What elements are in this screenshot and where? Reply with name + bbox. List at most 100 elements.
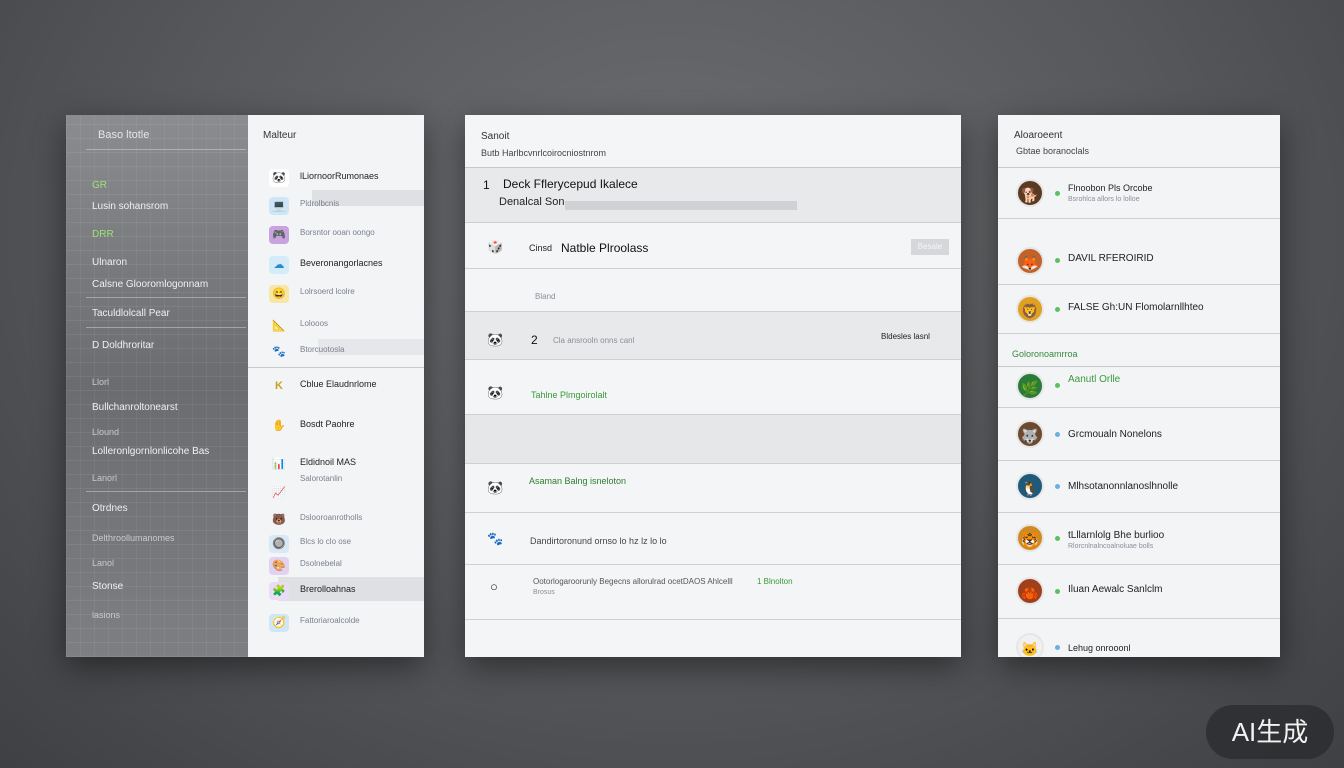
- dark-sidebar-item[interactable]: Lusin sohansrom: [92, 201, 168, 212]
- dark-sidebar-item[interactable]: Delthroollumanomes: [92, 533, 175, 543]
- task-row[interactable]: 🐼 Asaman Balng isneloton: [465, 464, 961, 513]
- dark-sidebar-item[interactable]: Llound: [92, 427, 119, 437]
- list-item[interactable]: 📈 Salorotanlin: [266, 470, 416, 499]
- status-dot: [1055, 307, 1060, 312]
- dark-sidebar-title: Baso ltotle: [98, 129, 150, 141]
- contact-name: Lehug onrooonl: [1068, 643, 1131, 653]
- status-dot: [1055, 432, 1060, 437]
- trend-icon: 📈: [272, 487, 286, 499]
- task-row[interactable]: 🐼 Tahlne Plmgoirolalt: [465, 369, 961, 415]
- list-item[interactable]: 🐻 Dslooroanrotholls: [266, 509, 416, 531]
- task-title: Natble Plroolass: [561, 241, 649, 255]
- k-logo-icon: K: [275, 380, 283, 392]
- contact-row[interactable]: 🐯 tLllarnlolg Bhe burlioo Rlorcnlnalncoa…: [998, 513, 1280, 565]
- list-item[interactable]: 😄 Lolrsoerd lcolre: [266, 283, 416, 305]
- contact-row[interactable]: 🐺 Grcmoualn Nonelons: [998, 408, 1280, 461]
- dice-icon: 🎲: [487, 239, 504, 254]
- list-item-label: Dsolnebelal: [300, 559, 342, 568]
- status-dot: [1055, 645, 1060, 650]
- contact-row[interactable]: 🌿 Aanutl Orlle: [998, 367, 1280, 408]
- list-item-label: Lolrsoerd lcolre: [300, 287, 355, 296]
- task-row[interactable]: 🎲 Cinsd Natble Plroolass Besale: [465, 223, 961, 269]
- dark-sidebar-item[interactable]: Llorl: [92, 377, 109, 387]
- avatar: 🦀: [1016, 577, 1044, 605]
- dark-sidebar-item[interactable]: Lanorl: [92, 473, 117, 483]
- panel-title: Sanoit: [481, 131, 510, 142]
- smile-icon: 😄: [269, 285, 289, 303]
- ruler-icon: 📐: [272, 320, 286, 332]
- task-text: Dandirtoronund ornso lo hz lz lo lo: [530, 536, 667, 546]
- list-item-label: Salorotanlin: [300, 474, 343, 483]
- contact-name: Grcmoualn Nonelons: [1068, 429, 1162, 440]
- status-dot: [1055, 191, 1060, 196]
- contact-name: Flnoobon Pls Orcobe: [1068, 183, 1153, 193]
- contact-row[interactable]: 🦁 FALSE Gh:UN Flomolarnllhteo: [998, 285, 1280, 334]
- dark-sidebar-item[interactable]: D Doldhroritar: [92, 340, 154, 351]
- task-row[interactable]: [465, 415, 961, 464]
- list-item[interactable]: K Cblue Elaudnrlome: [266, 375, 416, 397]
- list-item[interactable]: ☁ Beveronangorlacnes: [266, 254, 416, 276]
- ai-generated-badge: AI生成: [1206, 705, 1334, 759]
- dark-sidebar-item[interactable]: Ulnaron: [92, 257, 127, 268]
- dark-sidebar-item[interactable]: Bullchanroltonearst: [92, 402, 178, 413]
- dark-sidebar-item[interactable]: Stonse: [92, 581, 123, 592]
- circle-icon: ○: [490, 579, 498, 594]
- action-button[interactable]: Besale: [911, 239, 949, 255]
- task-text: Cla ansrooln onns canl: [553, 336, 635, 345]
- contact-row[interactable]: 🦀 Iluan Aewalc Sanlclm: [998, 565, 1280, 619]
- panda-icon: 🐼: [487, 385, 504, 400]
- task-note: Bland: [535, 292, 556, 301]
- dark-sidebar-item[interactable]: DRR: [92, 229, 114, 240]
- contact-row[interactable]: 🐱 Lehug onrooonl: [998, 619, 1280, 657]
- panda-icon: 🐼: [269, 169, 289, 187]
- avatar: 🌿: [1016, 372, 1044, 400]
- panel-subtitle: Butb Harlbcvnrlcoirocniostnrom: [481, 148, 607, 158]
- task-text: Ootorlogaroorunly Begecns allorulrad oce…: [533, 577, 733, 586]
- list-item[interactable]: 🧭 Fattoriaroalcolde: [266, 612, 416, 634]
- dark-sidebar-item[interactable]: Lanol: [92, 558, 114, 568]
- compass-icon: 🧭: [269, 614, 289, 632]
- contact-row[interactable]: 🦊 DAVIL RFEROIRID: [998, 239, 1280, 285]
- contact-name: tLllarnlolg Bhe burlioo: [1068, 530, 1165, 541]
- list-item[interactable]: 🔘 Blcs lo clo ose: [266, 533, 416, 555]
- task-row[interactable]: 🐼 2 Cla ansrooln onns canl Bldesles lasn…: [465, 312, 961, 360]
- contact-sub: Rlorcnlnalncoalnoluae bolls: [1068, 543, 1154, 550]
- task-number: 2: [531, 333, 538, 347]
- dark-sidebar-item[interactable]: Taculdlolcall Pear: [92, 308, 170, 319]
- dark-sidebar-item[interactable]: Lolleronlgornlonlicohe Bas: [92, 446, 209, 457]
- task-number: 1: [483, 178, 490, 192]
- task-title: Deck Fflerycepud Ikalece: [503, 177, 638, 191]
- list-item[interactable]: 🎨 Dsolnebelal: [266, 555, 416, 577]
- paw-icon: 🐾: [487, 531, 504, 546]
- avatar: 🐧: [1016, 472, 1044, 500]
- list-item-label: Btorcuotosla: [300, 345, 345, 354]
- list-item-label: Lolooos: [300, 319, 329, 328]
- list-item[interactable]: 🐾 Btorcuotosla: [266, 341, 416, 363]
- list-item[interactable]: 🐼 lLiornoorRumonaes: [266, 167, 416, 189]
- contact-row[interactable]: 🐕 Flnoobon Pls Orcobe Bsrohlca allors lo…: [998, 168, 1280, 219]
- list-item-label: lLiornoorRumonaes: [300, 171, 379, 181]
- toggle-icon: 🔘: [269, 535, 289, 553]
- dark-sidebar-item[interactable]: Otrdnes: [92, 503, 128, 514]
- status-dot: [1055, 383, 1060, 388]
- app-list: Malteur 🐼 lLiornoorRumonaes 💻 Pldrolbcnis …: [248, 115, 424, 657]
- panda-icon: 🐼: [487, 332, 504, 347]
- dark-sidebar-item[interactable]: GR: [92, 180, 107, 191]
- list-item[interactable]: ✋ Bosdt Paohre: [266, 415, 416, 437]
- list-item[interactable]: 🎮 Borsntor ooan oongo: [266, 224, 416, 246]
- list-item[interactable]: 💻 Pldrolbcnis: [266, 195, 416, 217]
- task-row[interactable]: ○ Ootorlogaroorunly Begecns allorulrad o…: [465, 565, 961, 620]
- list-item[interactable]: 🧩 Brerolloahnas: [266, 580, 416, 602]
- divider: [86, 327, 246, 328]
- list-item-label: Bosdt Paohre: [300, 419, 355, 429]
- task-row[interactable]: Bland: [465, 269, 961, 312]
- dark-sidebar-item[interactable]: lasions: [92, 610, 120, 620]
- contact-row[interactable]: 🐧 Mlhsotanonnlanoslhnolle: [998, 461, 1280, 513]
- list-item[interactable]: 📐 Lolooos: [266, 315, 416, 337]
- contact-name: Iluan Aewalc Sanlclm: [1068, 584, 1163, 595]
- task-status: 1 Blnolton: [757, 577, 793, 586]
- task-row[interactable]: 🐾 Dandirtoronund ornso lo hz lz lo lo: [465, 513, 961, 565]
- dark-sidebar: Baso ltotle GR Lusin sohansrom DRR Ulnar…: [66, 115, 248, 657]
- task-row[interactable]: 1 Deck Fflerycepud Ikalece Denalcal Son: [465, 168, 961, 223]
- dark-sidebar-item[interactable]: Calsne Glooromlogonnam: [92, 279, 208, 290]
